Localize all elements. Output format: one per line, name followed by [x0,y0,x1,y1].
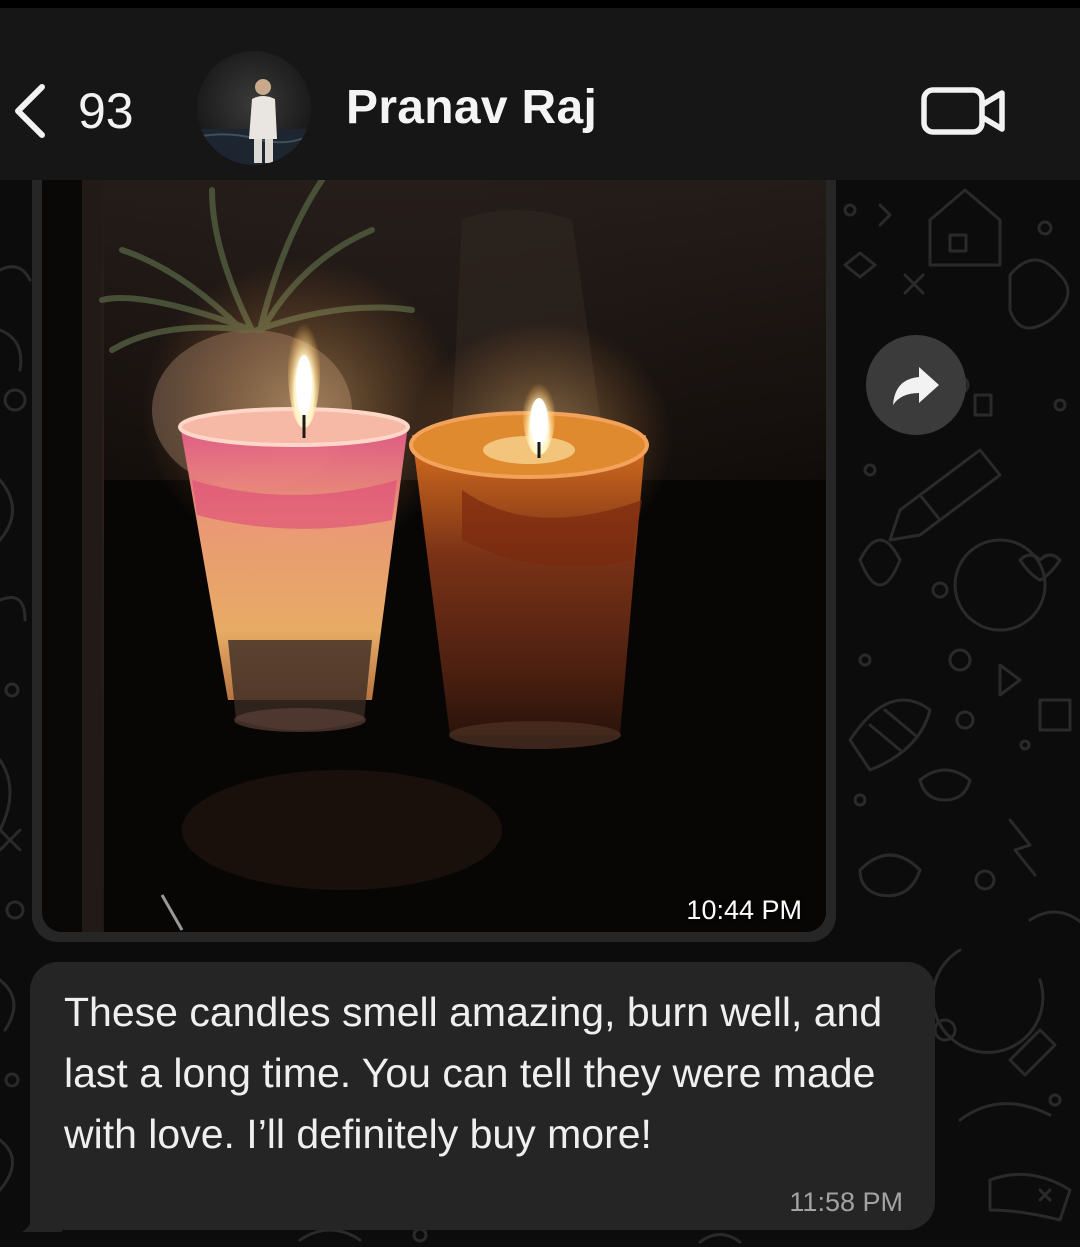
avatar[interactable] [197,51,311,165]
text-message[interactable]: These candles smell amazing, burn well, … [30,962,935,1230]
text-timestamp: 11:58 PM [789,1187,903,1217]
image-message[interactable]: 10:44 PM [32,180,836,942]
chevron-left-icon [15,84,45,138]
forward-button[interactable] [866,335,966,435]
unread-count: 93 [78,83,134,139]
forward-arrow-icon [893,367,939,405]
back-button[interactable]: 93 [8,78,158,144]
image-timestamp: 10:44 PM [686,895,802,925]
video-call-icon[interactable] [918,80,1010,140]
status-strip [0,0,1080,8]
contact-name[interactable]: Pranav Raj [346,80,597,135]
chat-header: 93 Pranav Raj [0,8,1080,180]
chat-area[interactable]: 10:44 PM These candles smell amazing, bu… [0,180,1080,1247]
candle-photo[interactable] [42,180,826,932]
chat-screen: 93 Pranav Raj 10:44 PM These candles sme… [0,0,1080,1247]
message-text: These candles smell amazing, burn well, … [64,989,883,1157]
